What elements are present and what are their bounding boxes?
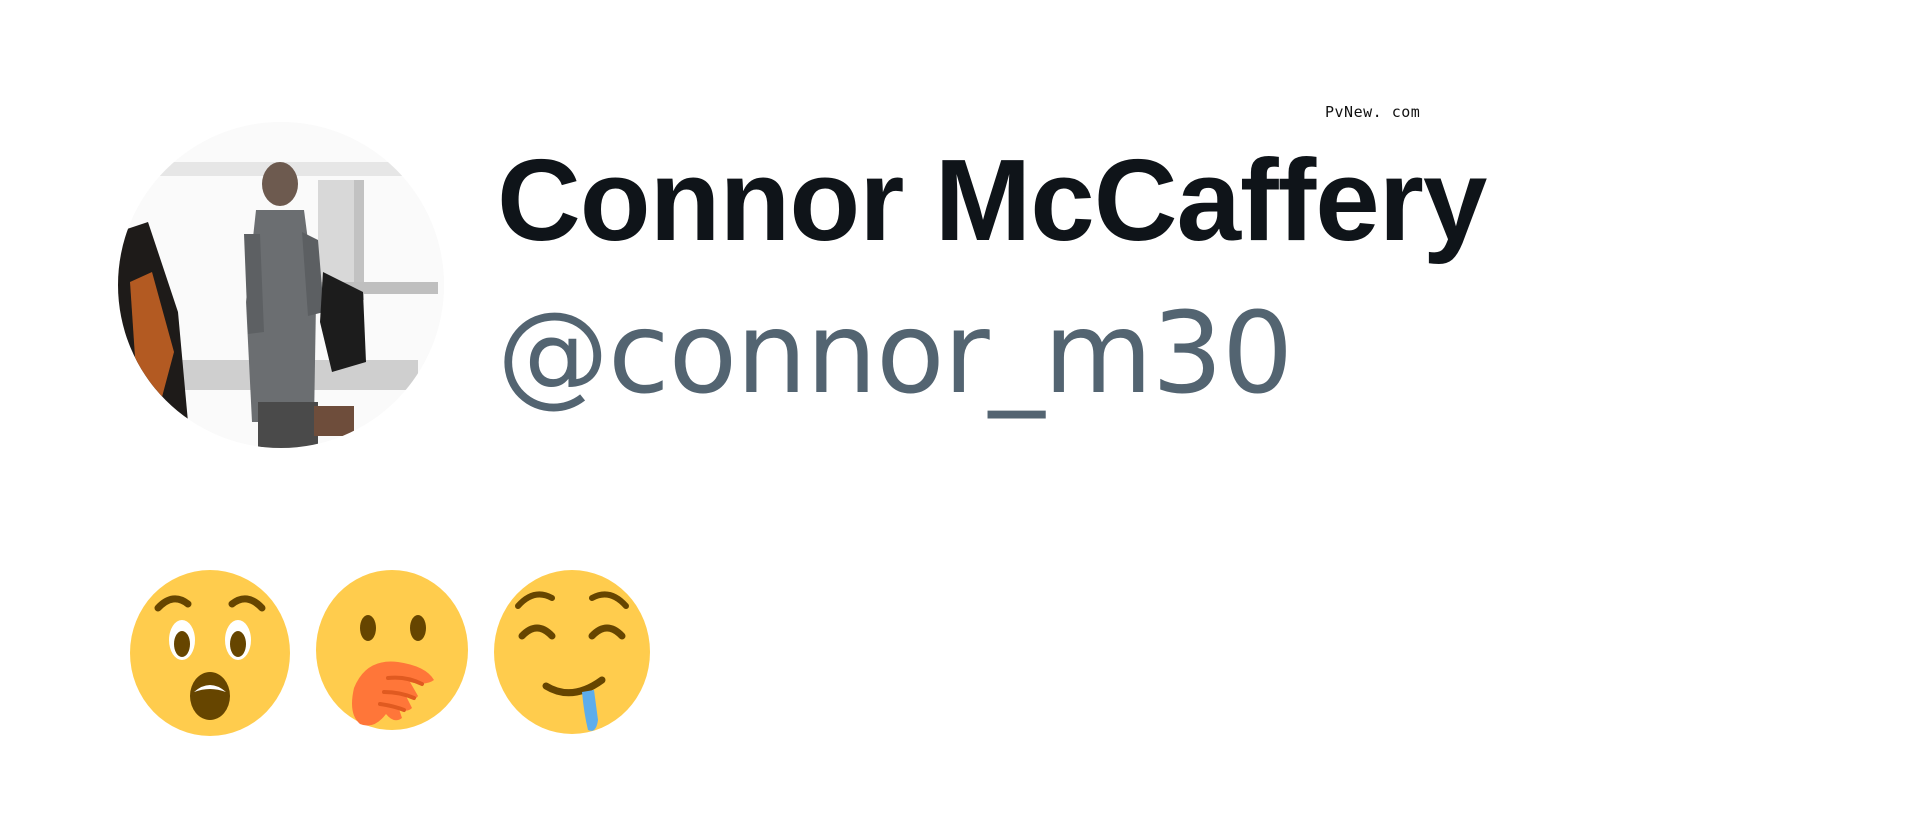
display-name[interactable]: Connor McCaffery bbox=[497, 142, 1487, 258]
watermark-text: PvNew. com bbox=[1325, 103, 1421, 121]
drooling-face-emoji-icon bbox=[492, 568, 656, 738]
avatar[interactable] bbox=[118, 122, 444, 448]
profile-photo-icon bbox=[118, 122, 444, 448]
face-with-hand-over-mouth-emoji-icon bbox=[314, 568, 478, 738]
astonished-face-emoji-icon bbox=[128, 568, 292, 738]
user-handle[interactable]: @connor_m30 bbox=[497, 298, 1293, 410]
